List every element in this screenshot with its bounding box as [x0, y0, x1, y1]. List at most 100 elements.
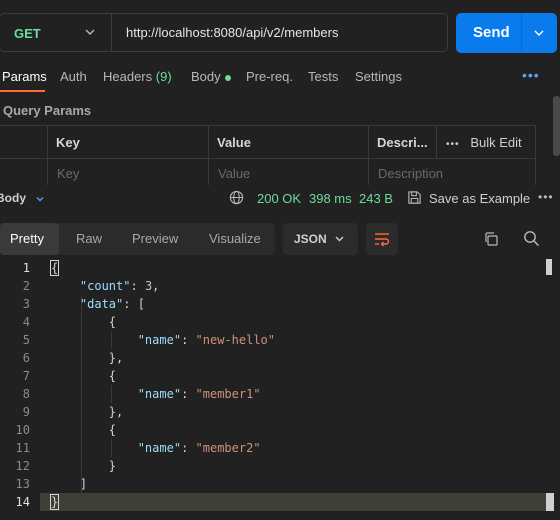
- response-body-dropdown[interactable]: Body: [0, 191, 26, 205]
- divider: [521, 13, 522, 53]
- tab-raw[interactable]: Raw: [76, 231, 102, 246]
- globe-icon[interactable]: [229, 190, 244, 205]
- json-brace: }: [108, 459, 117, 473]
- tab-pretty[interactable]: Pretty: [10, 231, 44, 246]
- json-bracket: [: [137, 297, 145, 311]
- tab-headers-label: Headers: [103, 69, 153, 84]
- description-input[interactable]: Description: [378, 166, 443, 181]
- wrap-lines-icon[interactable]: [374, 231, 390, 247]
- json-string: "new-hello": [195, 333, 275, 347]
- code-line: ]: [51, 477, 87, 491]
- code-line: "name": "member1": [137, 387, 261, 401]
- tab-prerequest[interactable]: Pre-req.: [246, 69, 293, 84]
- column-header-description: Descri...: [377, 135, 428, 150]
- save-icon[interactable]: [407, 190, 422, 205]
- code-line: }: [49, 494, 60, 510]
- tab-visualize[interactable]: Visualize: [209, 231, 261, 246]
- chevron-down-icon[interactable]: [84, 26, 96, 38]
- json-brace: },: [108, 405, 124, 419]
- tab-settings[interactable]: Settings: [355, 69, 402, 84]
- json-string: "member2": [195, 441, 261, 455]
- url-input[interactable]: http://localhost:8080/api/v2/members: [126, 25, 338, 40]
- code-line: {: [49, 260, 60, 276]
- more-options-icon: •••: [446, 139, 460, 150]
- section-title: Query Params: [3, 103, 92, 118]
- code-line: }: [51, 459, 116, 473]
- save-as-example-button[interactable]: Save as Example: [429, 191, 530, 206]
- chevron-down-icon[interactable]: [334, 233, 345, 244]
- line-number: 13: [15, 477, 30, 491]
- code-line: "name": "member2": [137, 441, 261, 455]
- divider: [208, 125, 209, 185]
- json-brace: }: [49, 494, 60, 510]
- code-line: "count": 3,: [79, 279, 160, 293]
- line-number: 5: [22, 333, 30, 347]
- send-button-label[interactable]: Send: [473, 24, 510, 41]
- divider: [47, 125, 48, 185]
- bulk-edit-label: Bulk Edit: [470, 135, 522, 150]
- line-number: 4: [22, 315, 30, 329]
- json-key: "count": [79, 279, 131, 293]
- more-options-icon[interactable]: •••: [522, 67, 540, 83]
- json-brace: {: [108, 423, 117, 437]
- json-brace: {: [49, 260, 60, 276]
- code-line: {: [51, 315, 116, 329]
- tab-preview[interactable]: Preview: [132, 231, 178, 246]
- response-size[interactable]: 243 B: [359, 191, 393, 206]
- json-key: "name": [137, 441, 182, 455]
- active-tab-indicator: [0, 90, 45, 92]
- code-line: "name": "new-hello": [137, 333, 275, 347]
- scrollbar[interactable]: [553, 96, 560, 156]
- chevron-down-icon[interactable]: [35, 194, 45, 204]
- json-key: "name": [137, 387, 182, 401]
- column-header-value: Value: [217, 135, 251, 150]
- code-line: },: [51, 405, 123, 419]
- search-icon[interactable]: [523, 230, 540, 247]
- method-selector[interactable]: GET: [14, 26, 41, 41]
- response-time[interactable]: 398 ms: [309, 191, 352, 206]
- copy-icon[interactable]: [483, 231, 499, 247]
- line-number: 6: [22, 351, 30, 365]
- headers-count-badge: (9): [155, 69, 172, 84]
- line-number: 14: [15, 495, 30, 509]
- json-key: "name": [137, 333, 182, 347]
- line-number: 3: [22, 297, 30, 311]
- divider: [368, 125, 369, 185]
- status-badge[interactable]: 200 OK: [257, 191, 301, 206]
- divider: [111, 13, 112, 52]
- code-line: {: [51, 423, 116, 437]
- line-number: 1: [22, 261, 30, 275]
- tab-params[interactable]: Params: [2, 69, 47, 84]
- line-number: 7: [22, 369, 30, 383]
- column-header-key: Key: [56, 135, 80, 150]
- line-number: 9: [22, 405, 30, 419]
- json-brace: },: [108, 351, 124, 365]
- code-line: "data": [: [79, 297, 145, 311]
- chevron-down-icon[interactable]: [533, 27, 545, 39]
- divider: [436, 125, 437, 158]
- status-dot: [224, 74, 231, 81]
- key-input[interactable]: Key: [57, 166, 79, 181]
- line-number: 10: [15, 423, 30, 437]
- code-line: },: [51, 351, 123, 365]
- tab-body[interactable]: Body: [191, 69, 231, 84]
- response-body-editor[interactable]: 1 2 3 4 5 6 7 8 9 10 11 12 13 14 { "coun…: [0, 259, 560, 520]
- value-input[interactable]: Value: [218, 166, 250, 181]
- format-label[interactable]: JSON: [294, 232, 327, 246]
- divider: [535, 125, 536, 185]
- json-brace: {: [108, 315, 117, 329]
- line-number: 8: [22, 387, 30, 401]
- line-number: 2: [22, 279, 30, 293]
- line-number: 11: [15, 441, 30, 455]
- json-key: "data": [79, 297, 124, 311]
- bulk-edit-button[interactable]: ••• Bulk Edit: [446, 135, 522, 150]
- tab-headers[interactable]: Headers (9): [103, 69, 172, 84]
- tab-auth[interactable]: Auth: [60, 69, 87, 84]
- code-line: {: [51, 369, 116, 383]
- more-options-icon[interactable]: •••: [538, 190, 554, 204]
- tab-tests[interactable]: Tests: [308, 69, 338, 84]
- json-bracket: ]: [79, 477, 88, 491]
- json-number: 3: [144, 279, 153, 293]
- tab-body-label: Body: [191, 69, 221, 84]
- divider: [0, 158, 536, 159]
